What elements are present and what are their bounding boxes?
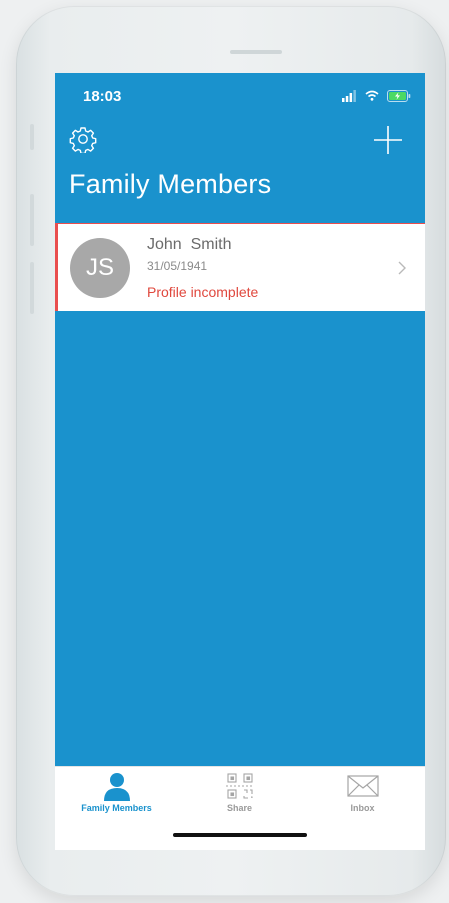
stage: 18:03 Family Members JS John Smith 31/05… xyxy=(0,0,449,903)
qr-code-icon xyxy=(225,773,254,799)
tab-share[interactable]: Share xyxy=(178,767,301,820)
page-title: Family Members xyxy=(69,169,272,199)
nav-bar xyxy=(55,117,425,167)
tab-bar: Family Members Share Inbox xyxy=(55,766,425,820)
side-button-mute xyxy=(30,124,34,150)
status-time: 18:03 xyxy=(83,88,122,105)
side-button-volume-up xyxy=(30,194,34,246)
member-dob: 31/05/1941 xyxy=(147,259,208,273)
profile-status: Profile incomplete xyxy=(147,284,259,300)
side-button-volume-down xyxy=(30,262,34,314)
chevron-right-icon xyxy=(398,261,406,275)
avatar: JS xyxy=(70,238,130,298)
person-icon xyxy=(103,773,130,801)
status-icons xyxy=(342,87,411,103)
member-row[interactable]: JS John Smith 31/05/1941 Profile incompl… xyxy=(55,223,425,311)
tab-label: Share xyxy=(226,803,252,813)
battery-charging-icon xyxy=(387,89,411,102)
status-bar: 18:03 xyxy=(55,73,425,117)
phone-speaker xyxy=(230,50,282,54)
tab-family-members[interactable]: Family Members xyxy=(55,767,178,820)
envelope-icon xyxy=(346,775,379,797)
gear-icon[interactable] xyxy=(69,125,97,153)
home-indicator[interactable] xyxy=(173,833,307,837)
member-name: John Smith xyxy=(147,236,232,253)
wifi-icon xyxy=(365,90,379,101)
tab-label: Inbox xyxy=(350,803,375,813)
signal-bars-icon xyxy=(342,89,356,102)
plus-icon[interactable] xyxy=(373,125,403,155)
app-screen: 18:03 Family Members JS John Smith 31/05… xyxy=(55,73,425,820)
tab-inbox[interactable]: Inbox xyxy=(301,767,424,820)
tab-label: Family Members xyxy=(81,803,152,813)
